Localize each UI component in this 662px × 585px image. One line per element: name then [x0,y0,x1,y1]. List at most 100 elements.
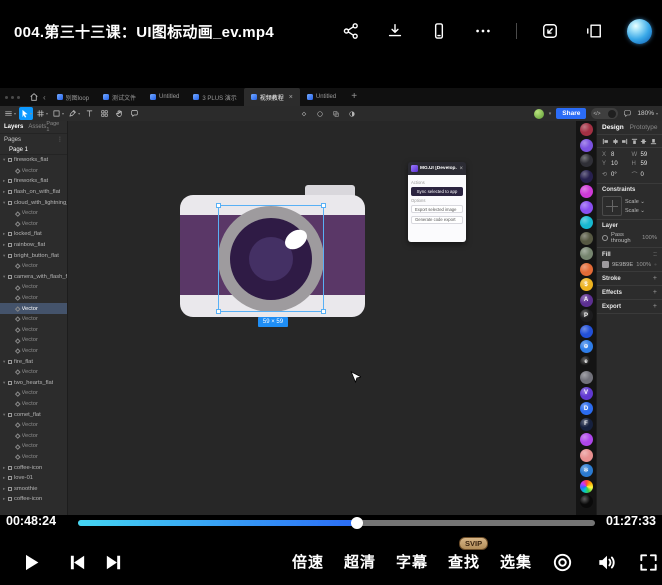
subtitles-button[interactable]: 字幕 [392,551,432,572]
tab-layers[interactable]: Layers [4,124,23,130]
move-tool[interactable]: ▾ [19,107,33,120]
pen-tool[interactable]: ▾ [67,107,81,120]
progress-thumb[interactable] [351,517,363,529]
more-icon[interactable]: ⋮ [57,136,63,143]
dock-app-20-icon[interactable]: F [580,418,593,431]
dock-app-10-icon[interactable] [580,263,593,276]
resize-handle[interactable] [321,203,326,208]
resize-handle[interactable] [216,309,221,314]
resize-handle[interactable] [321,309,326,314]
screenshot-icon[interactable] [539,20,561,42]
add-effect-icon[interactable]: + [653,289,657,296]
x-field[interactable]: X8 [602,152,628,158]
dock-app-24-icon[interactable] [580,480,593,493]
dock-app-21-icon[interactable] [580,433,593,446]
y-field[interactable]: Y10 [602,161,628,167]
h-field[interactable]: H59 [632,161,658,167]
more-icon[interactable] [472,20,494,42]
layer-row-rainbow-flat[interactable]: ▸rainbow_flat [0,240,67,251]
layer-row-vector[interactable]: Vector [0,282,67,293]
download-icon[interactable] [384,20,406,42]
layer-row-vector[interactable]: Vector [0,388,67,399]
layer-row-vector[interactable]: Vector [0,335,67,346]
chevron-down-icon[interactable]: ▾ [14,111,16,116]
chevron-down-icon[interactable]: ▾ [62,111,64,116]
chevron-down-icon[interactable]: ▾ [30,111,32,116]
file-tab-2[interactable]: 测试文件 [96,88,143,106]
layer-row-smoothie[interactable]: ▸smoothie [0,483,67,494]
layer-row-vector[interactable]: Vector [0,367,67,378]
constraint-horizontal[interactable]: Scale ⌄ [625,199,645,205]
miniplayer-icon[interactable] [583,20,605,42]
fill-color-swatch[interactable] [602,261,609,268]
radius-field[interactable]: ⌒0 [632,170,658,179]
dock-app-4-icon[interactable] [580,170,593,183]
dev-mode-toggle[interactable]: </> [591,108,618,119]
previous-button[interactable] [63,549,90,576]
file-tab-6[interactable]: Untitled [300,88,343,106]
speed-button[interactable]: 倍速 [288,551,328,572]
frame-tool[interactable]: ▾ [35,107,49,120]
share-icon[interactable] [340,20,362,42]
progress-bar[interactable] [78,520,595,526]
selection-box[interactable] [218,205,324,312]
layer-row-vector[interactable]: Vector [0,441,67,452]
layer-row-bright-button-flat[interactable]: ▾bright_button_flat [0,250,67,261]
user-avatar[interactable] [534,109,544,119]
blend-mode-select[interactable]: Pass through [611,232,639,244]
plugin-option-button[interactable]: Generate code export [411,216,463,224]
dock-app-1-icon[interactable] [580,123,593,136]
design-canvas[interactable]: 59 × 59 MG.UI [Develop...] × Actions Syn… [68,121,576,515]
comment-tool[interactable] [128,107,141,120]
rotation-field[interactable]: ⟲0° [602,170,628,179]
add-stroke-icon[interactable]: + [653,275,657,282]
plugin-window-header[interactable]: MG.UI [Develop...] × [408,162,466,175]
close-tab-icon[interactable]: × [289,94,293,101]
volume-button[interactable] [595,551,618,574]
search-button[interactable]: 查找 [444,551,484,572]
layer-row-fireworks-flat[interactable]: ▾fireworks_flat [0,155,67,166]
layer-row-two-hearts-flat[interactable]: ▾two_hearts_flat [0,377,67,388]
account-avatar[interactable] [627,19,652,44]
layer-row-flash-on-with-flat[interactable]: ▸flash_on_with_flat [0,187,67,198]
dock-app-15-icon[interactable]: ⊕ [580,340,593,353]
episodes-button[interactable]: 选集 [496,551,536,572]
play-button[interactable] [17,549,44,576]
layer-row-vector[interactable]: Vector [0,166,67,177]
comment-icon[interactable] [623,109,632,118]
align-left-icon[interactable] [602,138,609,145]
quality-button[interactable]: 超清 [340,551,380,572]
constraint-vertical[interactable]: Scale ⌄ [625,208,645,214]
mask-icon[interactable] [316,110,324,118]
fill-opacity-field[interactable]: 100% [636,262,651,268]
layer-row-vector[interactable]: Vector [0,261,67,272]
fullscreen-button[interactable] [637,551,660,574]
dock-app-9-icon[interactable] [580,247,593,260]
align-top-icon[interactable] [631,138,638,145]
dock-app-23-icon[interactable]: ✻ [580,464,593,477]
layer-row-cloud-with-lightning-flat[interactable]: ▾cloud_with_lightning_flat [0,197,67,208]
layer-row-coffee-icon[interactable]: ▸coffee-icon [0,494,67,505]
text-tool[interactable] [83,107,96,120]
page-item[interactable]: Page 1 [0,145,67,155]
share-button[interactable]: Share [556,108,586,119]
layer-row-love-01[interactable]: ▸love-01 [0,473,67,484]
dock-app-18-icon[interactable]: V [580,387,593,400]
fill-options-icon[interactable]: :: [653,251,657,258]
layer-row-vector[interactable]: Vector [0,452,67,463]
layer-row-vector[interactable]: Vector [0,314,67,325]
dock-app-13-icon[interactable]: P [580,309,593,322]
w-field[interactable]: W59 [632,152,658,158]
rect-tool[interactable]: ▾ [51,107,65,120]
layer-row-locked-flat[interactable]: ▸locked_flat [0,229,67,240]
tab-design[interactable]: Design [602,124,624,131]
dock-app-17-icon[interactable] [580,371,593,384]
layer-opacity-field[interactable]: 100% [642,235,657,241]
layer-row-vector[interactable]: Vector [0,219,67,230]
layer-row-comet-flat[interactable]: ▾comet_flat [0,409,67,420]
layer-row-vector[interactable]: Vector [0,399,67,410]
tab-prototype[interactable]: Prototype [630,124,658,131]
menu-tool[interactable]: ▾ [3,107,17,120]
dock-app-6-icon[interactable] [580,201,593,214]
layer-row-vector[interactable]: Vector [0,208,67,219]
